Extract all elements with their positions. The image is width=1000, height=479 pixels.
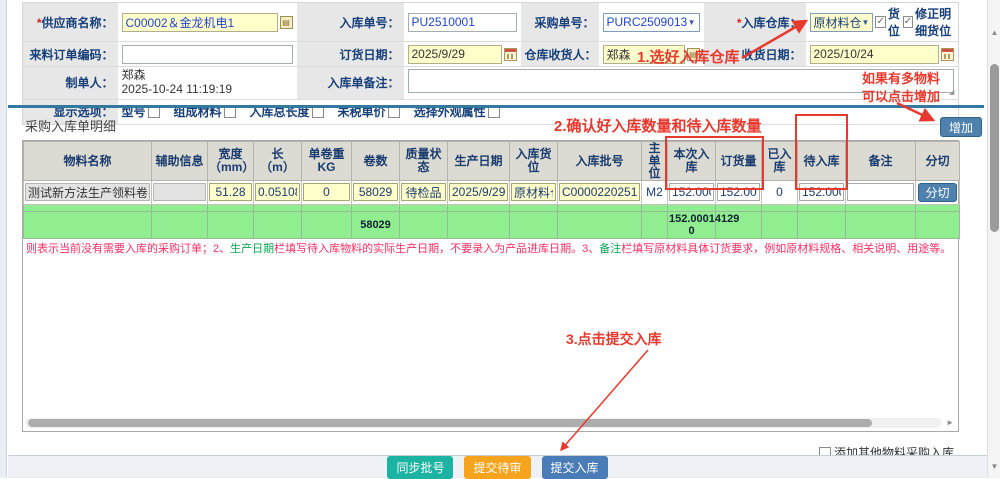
sync-batch-button[interactable]: 同步批号 <box>387 456 453 479</box>
col-qty-order: 订货量 <box>716 142 762 181</box>
green-totals-row: 58029 152.00014129 0 <box>24 211 960 238</box>
purchase-no-select[interactable]: PURC2509013 ▼ <box>603 13 700 32</box>
order-remark-label: 入库单备注： <box>297 67 404 100</box>
row-remark-input[interactable] <box>847 183 914 201</box>
col-batch: 入库批号 <box>558 142 642 181</box>
receiver-label: 仓库收货人： <box>521 42 599 67</box>
rolls-input[interactable] <box>353 183 398 201</box>
detail-data-row: M2 0 分切 <box>24 180 960 204</box>
detail-section-title: 采购入库单明细 <box>25 116 116 135</box>
order-date-input[interactable] <box>408 45 502 64</box>
split-button[interactable]: 分切 <box>918 183 956 202</box>
supplier-input[interactable] <box>122 13 278 32</box>
receiver-lookup-icon[interactable]: ▤ <box>687 48 700 61</box>
resize-handle-icon[interactable]: ◢ <box>949 89 956 96</box>
quality-input[interactable] <box>401 183 446 201</box>
qty-done-value: 0 <box>762 180 798 204</box>
note-segment: 则表示当前没有需要入库的采购订单；2、 <box>26 243 230 255</box>
submit-inbound-button[interactable]: 提交入库 <box>542 456 608 479</box>
creator-label: 制单人： <box>23 67 118 100</box>
col-material: 物料名称 <box>24 142 152 181</box>
col-location: 入库货位 <box>510 142 558 181</box>
purchase-no-label: 采购单号： <box>521 3 599 42</box>
col-split: 分切 <box>916 142 960 181</box>
col-aux-info: 辅助信息 <box>152 142 208 181</box>
qty-order-input[interactable] <box>717 183 760 201</box>
col-qty-done: 已入库 <box>762 142 798 181</box>
submit-review-button[interactable]: 提交待审 <box>464 456 530 479</box>
warehouse-label: *入库仓库： <box>704 3 806 42</box>
scroll-right-icon[interactable]: ► <box>946 418 954 428</box>
receive-date-input[interactable] <box>810 45 940 64</box>
creator-name: 郑森 <box>122 69 293 83</box>
material-name-input[interactable] <box>25 183 150 201</box>
note-segment-highlight: 生产日期 <box>230 243 274 255</box>
col-rolls: 卷数 <box>352 142 400 181</box>
warehouse-select[interactable]: 原材料仓 ▼ <box>810 13 874 32</box>
scroll-down-icon[interactable]: ▼ <box>988 462 1000 472</box>
col-qty-in: 本次入库 <box>668 142 716 181</box>
location-input[interactable] <box>511 183 556 201</box>
col-roll-weight: 单卷重 KG <box>302 142 352 181</box>
footer-toolbar: 同步批号 提交待审 提交入库 <box>8 455 987 478</box>
left-edge-strip <box>0 0 7 478</box>
col-prod-date: 生产日期 <box>448 142 510 181</box>
prod-date-input[interactable] <box>449 183 508 201</box>
col-remark: 备注 <box>846 142 916 181</box>
roll-weight-input[interactable] <box>303 183 350 201</box>
supplier-lookup-icon[interactable]: ▤ <box>280 16 293 29</box>
receive-date-label: 收货日期： <box>704 42 806 67</box>
vertical-scrollbar-thumb[interactable] <box>990 64 999 232</box>
scroll-up-icon[interactable]: ▲ <box>988 28 1000 38</box>
dropdown-arrow-icon: ▼ <box>688 18 696 27</box>
col-length: 长 （m） <box>254 142 302 181</box>
cargo-location-label: 货位 <box>888 5 901 39</box>
col-width: 宽度 （mm） <box>208 142 254 181</box>
note-segment: 栏填写待入库物料的实际生产日期，不要录入为产品进库日期。3、 <box>274 243 599 255</box>
add-row-button[interactable]: 增加 <box>940 117 982 137</box>
batch-input[interactable] <box>559 183 640 201</box>
creator-datetime: 2025-10-24 11:19:19 <box>122 83 293 97</box>
note-segment-highlight: 备注 <box>599 243 621 255</box>
instruction-note: 则表示当前没有需要入库的采购订单；2、生产日期栏填写待入库物料的实际生产日期，不… <box>23 239 958 257</box>
incoming-order-label: 来料订单编码： <box>23 42 118 67</box>
unit-value: M2 <box>642 180 668 204</box>
calendar-icon[interactable] <box>504 48 517 61</box>
qty-in-input[interactable] <box>669 183 714 201</box>
order-remark-textarea[interactable] <box>408 69 955 93</box>
dropdown-arrow-icon: ▼ <box>862 18 870 27</box>
note-segment: 栏填写原材料具体订货要求，例如原材料规格、相关说明、用途等。 <box>621 243 951 255</box>
order-date-label: 订货日期： <box>297 42 404 67</box>
width-input[interactable] <box>209 183 252 201</box>
inbound-no-input[interactable] <box>408 13 517 32</box>
total-rolls: 58029 <box>352 211 400 238</box>
inbound-no-label: 入库单号： <box>297 3 404 42</box>
section-divider <box>8 105 984 108</box>
col-quality: 质量状态 <box>400 142 448 181</box>
col-qty-wait: 待入库 <box>798 142 846 181</box>
total-inbound-qty: 152.00014129 0 <box>668 211 716 238</box>
detail-header-row: 物料名称 辅助信息 宽度 （mm） 长 （m） 单卷重 KG 卷数 质量状态 生… <box>24 142 960 181</box>
receiver-input[interactable] <box>603 45 685 64</box>
detail-table-panel: 物料名称 辅助信息 宽度 （mm） 长 （m） 单卷重 KG 卷数 质量状态 生… <box>22 140 959 432</box>
fix-detail-location-checkbox[interactable]: ✓ <box>903 16 913 28</box>
qty-wait-input[interactable] <box>799 183 844 201</box>
col-unit: 主 单位 <box>642 142 668 181</box>
length-input[interactable] <box>255 183 300 201</box>
calendar-icon[interactable] <box>941 48 954 61</box>
incoming-order-input[interactable] <box>122 45 293 64</box>
aux-info-input[interactable] <box>153 183 206 201</box>
fix-detail-location-label: 修正明细货位 <box>915 5 954 39</box>
green-spacer-row <box>24 204 960 211</box>
detail-table: 物料名称 辅助信息 宽度 （mm） 长 （m） 单卷重 KG 卷数 质量状态 生… <box>23 141 960 239</box>
horizontal-scrollbar-thumb[interactable] <box>28 419 872 427</box>
cargo-location-checkbox[interactable]: ✓ <box>875 16 885 28</box>
horizontal-scrollbar[interactable] <box>25 418 942 428</box>
vertical-scrollbar[interactable]: ▲ ▼ <box>987 0 1000 478</box>
supplier-label: *供应商名称： <box>23 3 118 42</box>
